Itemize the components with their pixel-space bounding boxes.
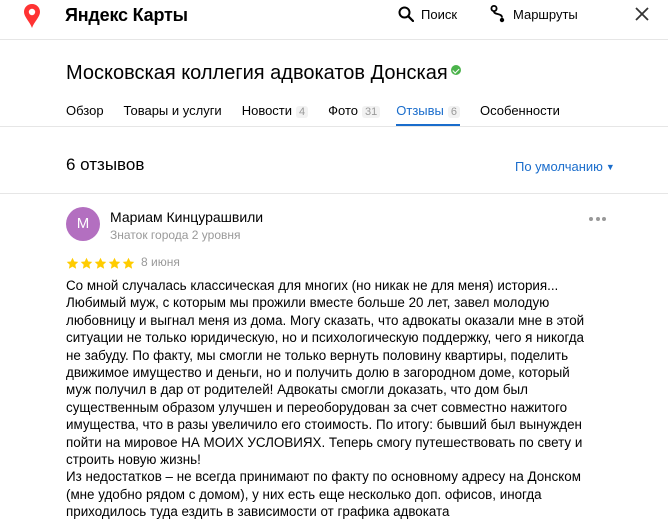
tab-label: Новости — [241, 103, 293, 118]
review-line: (мне удобно рядом с домом), у них есть е… — [66, 486, 542, 502]
search-icon — [398, 6, 414, 22]
review-line: Любимый муж, с которым мы прожили вместе… — [66, 295, 550, 311]
review-line: не забуду. По факту, мы смогли не только… — [66, 347, 569, 363]
review-line: муж получил в дар от родителей! Адвокаты… — [66, 382, 528, 398]
review-date: 8 июня — [141, 255, 180, 269]
review-line: Со мной случалась классическая для многи… — [66, 278, 559, 293]
review-author[interactable]: Мариам Кинцурашвили — [110, 209, 263, 225]
tab-count: 6 — [447, 106, 461, 118]
star-icon — [122, 257, 135, 269]
review-line: любовницу и выгнал меня из дома. Могу ск… — [66, 312, 585, 328]
routes-icon — [490, 5, 505, 23]
review-line: строить новую жизнь! — [66, 452, 201, 468]
review-line: ситуации не только юридическую, но и пси… — [66, 330, 584, 346]
sort-dropdown[interactable]: По умолчанию ▼ — [515, 159, 615, 174]
organization-title: Московская коллегия адвокатов Донская — [66, 62, 461, 85]
reviews-count: 6 отзывов — [66, 155, 145, 174]
tab-label: Фото — [328, 103, 359, 118]
brand-title[interactable]: Яндекс Карты — [65, 5, 188, 26]
review-line: приходилось туда ездить в зависимости от… — [66, 504, 450, 520]
tab-count: 31 — [362, 106, 381, 118]
tab-label: Отзывы — [396, 103, 444, 118]
star-icon — [66, 257, 79, 269]
tabs-bar: Обзор Товары и услуги Новости 4 Фото 31 От… — [66, 100, 560, 126]
avatar[interactable]: М — [66, 207, 100, 241]
author-level: Знаток города 2 уровня — [110, 228, 241, 242]
chevron-down-icon: ▼ — [605, 162, 615, 172]
review-line: пойти на мировое НА МОИХ УСЛОВИЯХ. Тепер… — [66, 434, 583, 450]
tab-products[interactable]: Товары и услуги — [124, 100, 222, 126]
routes-label: Маршруты — [513, 6, 578, 22]
tab-label: Обзор — [66, 103, 104, 118]
star-icon — [94, 257, 107, 269]
top-bar: Яндекс Карты Поиск Маршруты — [0, 0, 668, 40]
star-icon — [80, 257, 93, 269]
review-line: движимое имущество и деньги, но и получи… — [66, 365, 570, 381]
tabs-divider — [0, 126, 668, 127]
tab-count: 4 — [296, 106, 309, 118]
search-label: Поиск — [421, 6, 458, 22]
review-line: имущества, что в разы увеличило его стои… — [66, 417, 582, 433]
more-options-icon[interactable] — [589, 217, 607, 223]
sort-label: По умолчанию — [515, 159, 603, 174]
map-pin-icon[interactable] — [23, 3, 41, 29]
tab-overview[interactable]: Обзор — [66, 100, 104, 126]
close-icon[interactable] — [633, 5, 651, 23]
tab-photos[interactable]: Фото 31 — [328, 100, 381, 126]
tab-news[interactable]: Новости 4 — [241, 100, 309, 126]
tab-reviews[interactable]: Отзывы 6 — [396, 100, 461, 126]
review-line: существенным образом улучшен и переобору… — [66, 399, 568, 415]
verified-icon — [450, 65, 461, 75]
section-divider — [0, 193, 668, 194]
tab-features[interactable]: Особенности — [480, 100, 560, 126]
organization-name: Московская коллегия адвокатов Донская — [66, 62, 448, 84]
routes-button[interactable]: Маршруты — [490, 4, 578, 24]
search-button[interactable]: Поиск — [398, 4, 457, 24]
rating-stars — [66, 257, 135, 270]
tab-label: Особенности — [480, 103, 560, 118]
review-line: Из недостатков – не всегда принимают по … — [66, 469, 581, 485]
star-icon — [108, 257, 121, 269]
tab-label: Товары и услуги — [123, 103, 222, 118]
review-text: Со мной случалась классическая для многи… — [66, 277, 636, 520]
